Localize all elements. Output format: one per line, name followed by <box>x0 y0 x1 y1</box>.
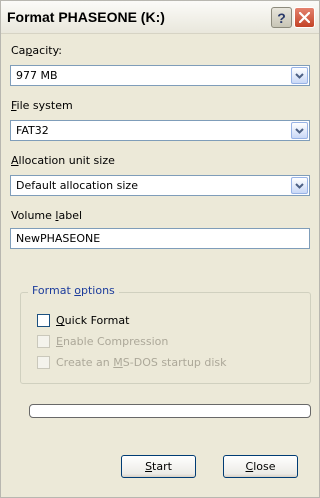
quick-format-checkbox[interactable]: Quick Format <box>37 314 129 327</box>
help-button[interactable]: ? <box>271 7 292 28</box>
volume-label-label: Volume label <box>11 209 83 222</box>
quick-format-label[interactable]: Quick Format <box>56 314 129 327</box>
close-button[interactable]: Close <box>223 455 298 478</box>
file-system-select[interactable]: FAT32 <box>10 120 310 141</box>
quick-format-box[interactable] <box>37 314 50 327</box>
start-button[interactable]: Start <box>121 455 196 478</box>
capacity-select[interactable]: 977 MB <box>10 65 310 86</box>
msdos-startup-box <box>37 356 50 369</box>
chevron-down-icon <box>295 182 304 189</box>
format-progress-bar <box>29 404 311 418</box>
allocation-unit-value: Default allocation size <box>16 179 138 192</box>
help-icon: ? <box>277 9 286 26</box>
file-system-value: FAT32 <box>16 124 49 137</box>
capacity-dropdown-button[interactable] <box>291 67 308 84</box>
msdos-startup-checkbox: Create an MS-DOS startup disk <box>37 356 227 369</box>
chevron-down-icon <box>295 72 304 79</box>
close-icon <box>299 12 310 23</box>
allocation-unit-select[interactable]: Default allocation size <box>10 175 310 196</box>
msdos-startup-label: Create an MS-DOS startup disk <box>56 356 227 369</box>
dialog-title: Format PHASEONE (K:) <box>7 9 165 25</box>
title-bar[interactable]: Format PHASEONE (K:) ? <box>1 1 319 34</box>
capacity-label: Capacity: <box>11 44 62 57</box>
enable-compression-box <box>37 335 50 348</box>
volume-label-input[interactable] <box>11 229 301 248</box>
chevron-down-icon <box>295 127 304 134</box>
enable-compression-checkbox: Enable Compression <box>37 335 168 348</box>
format-options-legend: Format options <box>28 284 119 297</box>
file-system-dropdown-button[interactable] <box>291 122 308 139</box>
file-system-label: File system <box>11 99 73 112</box>
enable-compression-label: Enable Compression <box>56 335 169 348</box>
allocation-dropdown-button[interactable] <box>291 177 308 194</box>
close-window-button[interactable] <box>294 7 315 28</box>
allocation-unit-label: Allocation unit size <box>11 154 115 167</box>
format-dialog: Format PHASEONE (K:) ? Capacity: 977 MB … <box>0 0 320 498</box>
capacity-value: 977 MB <box>16 69 58 82</box>
volume-label-field[interactable] <box>10 228 310 249</box>
